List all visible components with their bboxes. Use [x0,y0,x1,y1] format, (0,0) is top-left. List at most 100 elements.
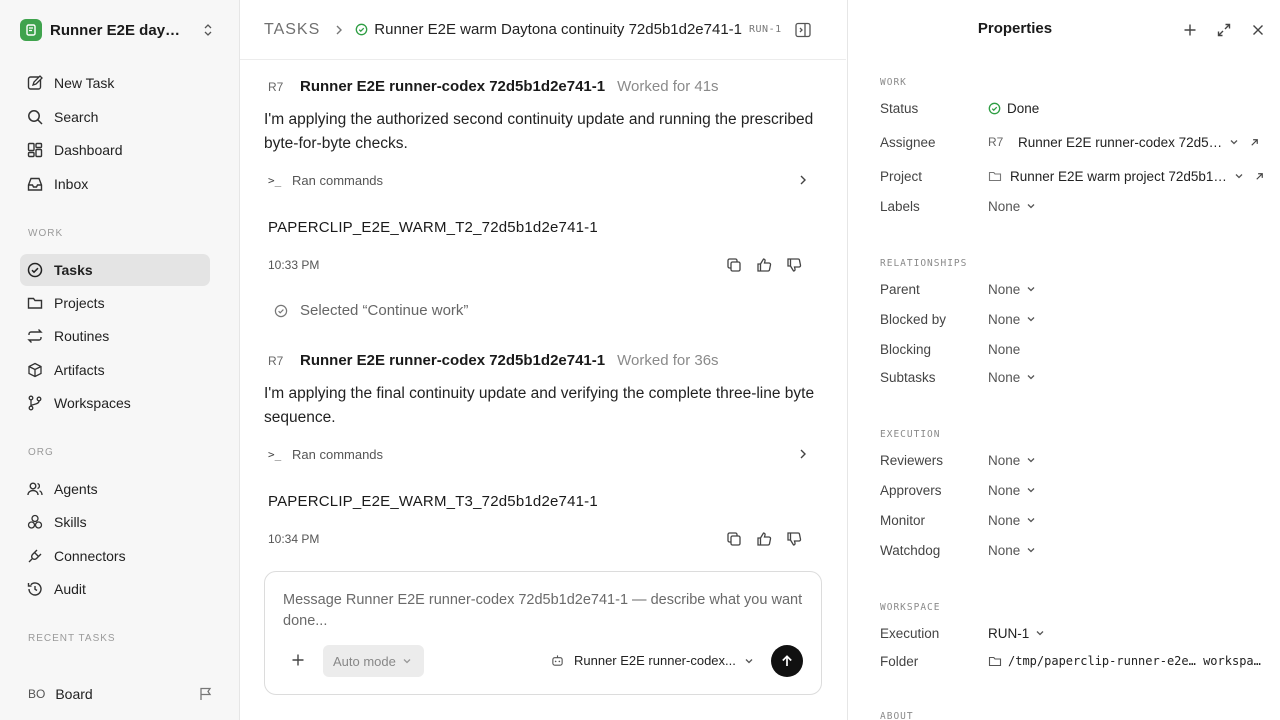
ran-commands-toggle[interactable]: >_ Ran commands [268,444,808,464]
nav-workspaces[interactable]: Workspaces [20,387,210,419]
done-status-icon [355,23,368,36]
plus-icon[interactable] [1182,22,1198,38]
section-about: ABOUT [880,711,914,720]
property-approvers[interactable]: Approvers None [880,480,1270,500]
breadcrumb: TASKS Runner E2E warm Daytona continuity… [240,0,846,60]
dashboard-icon [27,142,43,158]
chevron-down-icon [1027,317,1035,322]
message-text: I'm applying the authorized second conti… [264,111,814,152]
property-execution[interactable]: Execution RUN-1 [880,623,1270,643]
property-subtasks[interactable]: Subtasks None [880,367,1270,387]
mode-select[interactable]: Auto mode [323,645,424,677]
nav-dashboard[interactable]: Dashboard [20,134,210,166]
nav-search[interactable]: Search [20,101,210,133]
add-attachment-icon[interactable] [291,653,305,667]
property-labels[interactable]: Labels None [880,196,1270,216]
thumbs-down-icon[interactable] [786,257,802,273]
send-button[interactable] [771,645,803,677]
done-status-icon [988,102,1001,114]
property-label: Subtasks [880,369,936,385]
property-reviewers[interactable]: Reviewers None [880,450,1270,470]
chevron-right-icon [800,449,806,459]
thumbs-up-icon[interactable] [756,531,772,547]
open-link-icon[interactable] [1249,137,1260,148]
chevron-down-icon [1036,631,1044,636]
folder-icon [988,656,1002,667]
nav-artifacts[interactable]: Artifacts [20,354,210,386]
worked-duration: Worked for 41s [617,78,719,95]
workspace-switcher[interactable]: Runner E2E dayt... [20,17,218,43]
nav-routines-label: Routines [54,328,110,344]
panel-toggle-icon[interactable] [794,21,812,39]
chevron-down-icon [745,658,753,663]
property-monitor[interactable]: Monitor None [880,510,1270,530]
property-label: Execution [880,625,940,641]
nav-tasks[interactable]: Tasks [20,254,210,286]
message-output: PAPERCLIP_E2E_WARM_T2_72d5b1d2e741-1 [268,219,598,236]
thumbs-down-icon[interactable] [786,531,802,547]
copy-icon[interactable] [726,257,742,273]
message-time: 10:34 PM [268,532,320,546]
board-link[interactable]: BO Board [28,683,214,705]
board-avatar: BO [28,687,46,701]
assignee-avatar: R7 [988,135,1004,149]
section-work: WORK [880,77,907,88]
property-label: Project [880,168,923,184]
nav-connectors[interactable]: Connectors [20,540,210,572]
message-actions [726,531,802,547]
open-link-icon[interactable] [1254,171,1265,182]
property-status[interactable]: Status Done [880,98,1270,118]
bot-icon [552,655,563,666]
workspace-name: Runner E2E dayt... [50,21,182,39]
nav-audit-label: Audit [54,581,86,597]
copy-icon[interactable] [726,531,742,547]
chevron-down-icon [1027,458,1035,463]
nav-new-task[interactable]: New Task [20,67,210,99]
nav-projects[interactable]: Projects [20,287,210,319]
breadcrumb-tasks[interactable]: TASKS [264,21,320,39]
flag-icon[interactable] [198,686,214,702]
nav-dashboard-label: Dashboard [54,142,123,158]
section-work: WORK [28,228,64,239]
property-watchdog[interactable]: Watchdog None [880,540,1270,560]
status-value: Done [1007,100,1040,116]
property-parent[interactable]: Parent None [880,279,1270,299]
property-label: Blocking [880,341,932,357]
check-circle-icon [274,304,288,317]
inbox-icon [27,177,43,191]
monitor-value: None [988,512,1021,528]
folder-icon [27,297,43,309]
agent-select[interactable]: Runner E2E runner-codex... [551,653,754,668]
nav-skills[interactable]: Skills [20,506,210,538]
message-composer[interactable]: Message Runner E2E runner-codex 72d5b1d2… [264,571,822,695]
property-label: Folder [880,653,919,669]
selected-event-label: Selected “Continue work” [300,302,469,319]
nav-agents[interactable]: Agents [20,473,210,505]
section-workspace: WORKSPACE [880,602,941,613]
property-project[interactable]: Project Runner E2E warm project 72d5b1d2… [880,166,1270,186]
message-input[interactable]: Message Runner E2E runner-codex 72d5b1d2… [283,590,803,632]
plug-icon [28,549,42,563]
nav-audit[interactable]: Audit [20,573,210,605]
property-label: Parent [880,281,920,297]
section-relationships: RELATIONSHIPS [880,258,968,269]
ran-commands-toggle[interactable]: >_ Ran commands [268,170,808,190]
property-label: Approvers [880,482,942,498]
arrow-up-icon [782,655,792,666]
chevron-down-icon [1027,204,1035,209]
selected-event: Selected “Continue work” [274,302,468,319]
expand-icon[interactable] [1216,22,1232,38]
chevron-up-down-icon [204,24,212,36]
thumbs-up-icon[interactable] [756,257,772,273]
property-assignee[interactable]: Assignee R7 Runner E2E runner-codex 72d5… [880,132,1270,152]
properties-panel: Properties WORK Status Done Assignee R7 … [847,0,1280,720]
project-value: Runner E2E warm project 72d5b1d2... [1010,168,1228,184]
nav-agents-label: Agents [54,481,98,497]
close-icon[interactable] [1250,22,1266,38]
nav-inbox[interactable]: Inbox [20,168,210,200]
nav-routines[interactable]: Routines [20,320,210,352]
property-blocked-by[interactable]: Blocked by None [880,309,1270,329]
history-icon [27,582,42,596]
message-actions [726,257,802,273]
message-text: I'm applying the final continuity update… [264,385,815,426]
